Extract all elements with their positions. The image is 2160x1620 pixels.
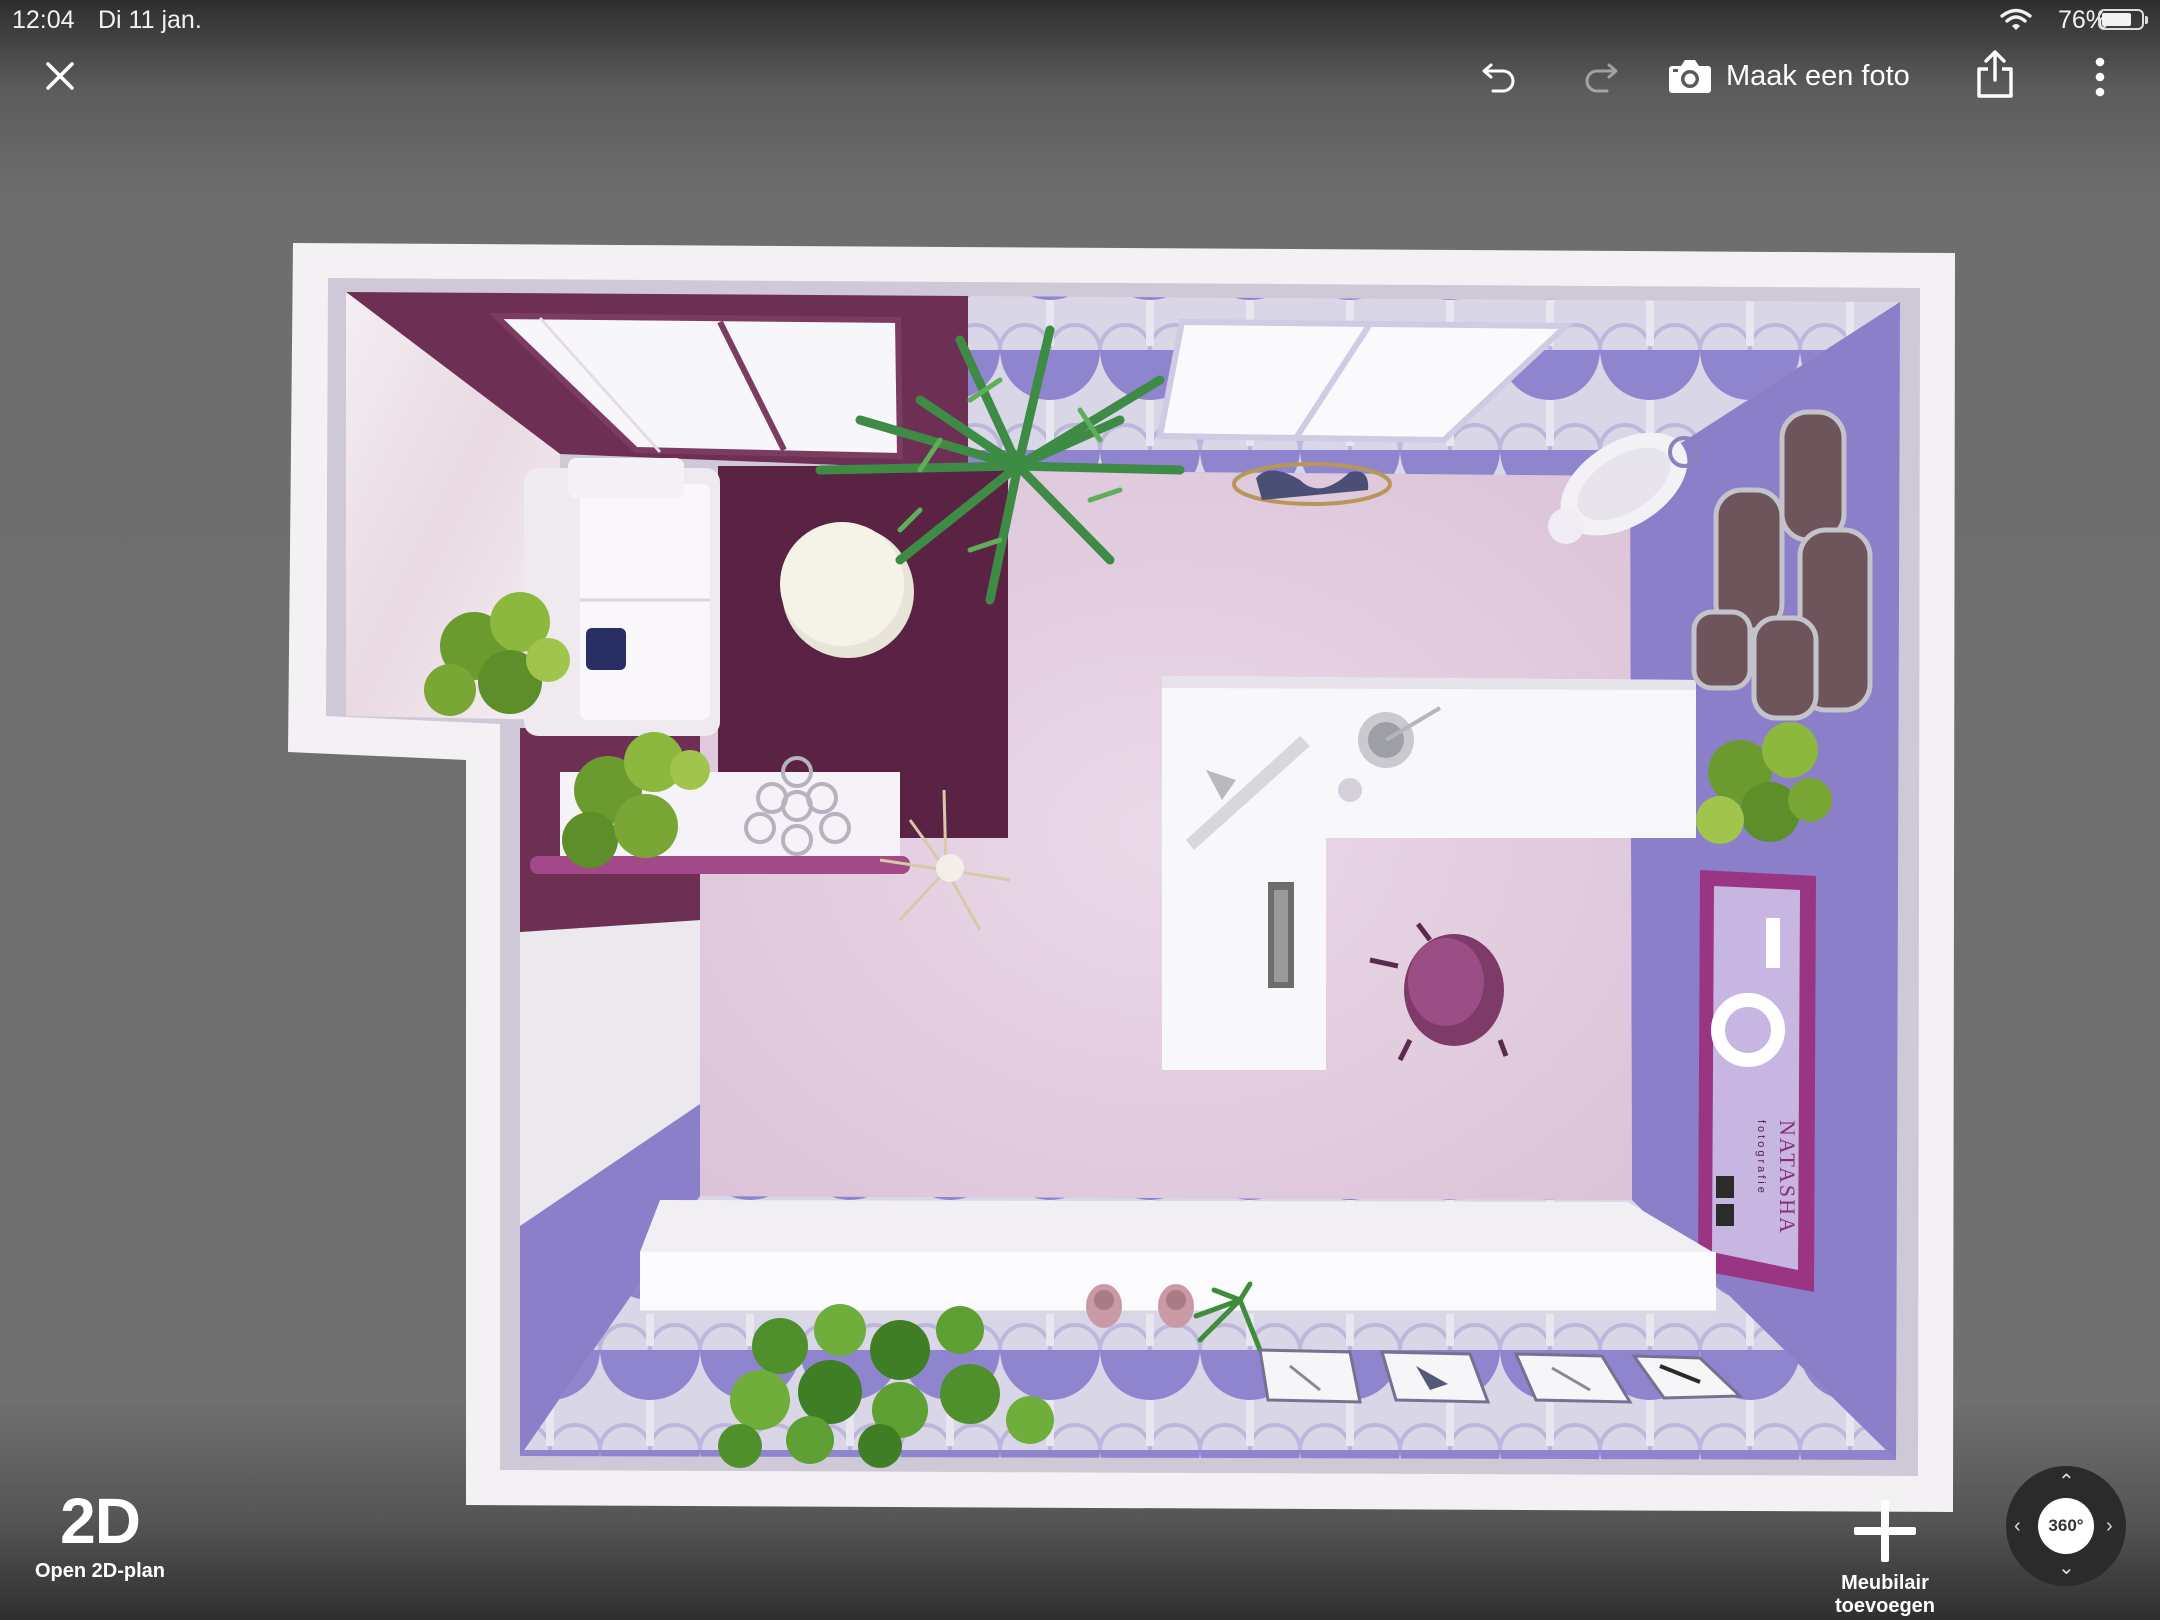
open-2d-icon: 2D [60,1485,141,1557]
chevron-right-icon[interactable]: › [2106,1516,2113,1536]
open-2d-label: Open 2D-plan [34,1560,165,1582]
poster: NATASHA fotografie [1698,870,1816,1292]
chevron-up-icon[interactable]: ⌃ [2058,1472,2075,1492]
room-3d-view[interactable]: NATASHA fotografie [0,0,2160,1620]
chevron-down-icon[interactable]: ⌄ [2058,1558,2075,1578]
add-furniture-button[interactable]: Meubilair toevoegen [1820,1500,1950,1618]
rotate-360-icon: 360° [2038,1498,2094,1554]
add-furniture-label-line2: toevoegen [1834,1595,1936,1617]
plus-icon [1854,1500,1916,1562]
chevron-left-icon[interactable]: ‹ [2014,1516,2021,1536]
poster-subtitle: fotografie [1755,1120,1767,1196]
open-2d-plan-button[interactable]: 2D Open 2D-plan [30,1488,170,1583]
sofa [524,458,720,736]
poster-name: NATASHA [1775,1120,1800,1235]
add-furniture-label-line1: Meubilair [1841,1572,1929,1594]
orbit-360-control[interactable]: ⌃ ⌄ ‹ › 360° [2006,1466,2126,1586]
